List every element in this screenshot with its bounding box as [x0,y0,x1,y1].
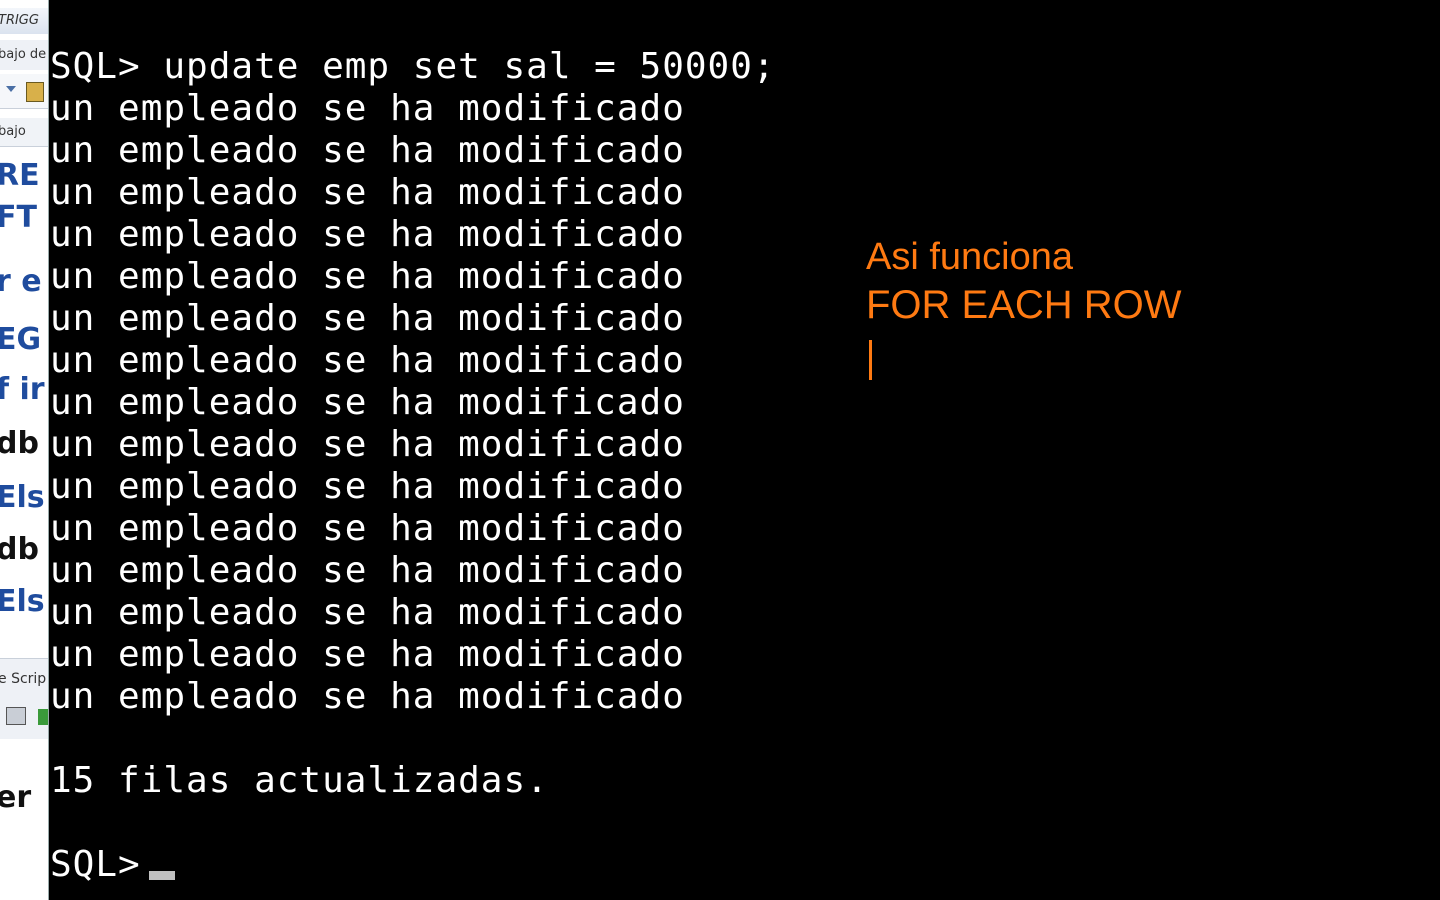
annotation-text-caret [869,340,872,380]
text-cursor [148,871,175,880]
output-line: un empleado se ha modificado [50,592,685,633]
sql-console[interactable]: SQL> update emp set sal = 50000; un empl… [50,46,1050,886]
annotation-overlay: Asi funciona FOR EACH ROW [866,234,1182,380]
dropdown-arrow-icon[interactable] [6,86,16,92]
toolbar-icon[interactable] [26,82,44,102]
screen: TRIGG bajo de bajo RE FT r e EG f ir db Els d… [0,0,1440,900]
result-line: 15 filas actualizadas. [50,760,549,801]
code-fragment: EG [0,322,42,357]
code-fragment: f ir [0,372,45,407]
script-output-label: e Scrip [0,671,47,687]
editor-title-bar: bajo de [0,40,48,70]
editor-toolbar [0,74,48,109]
code-fragment: RE [0,158,40,193]
output-line: un empleado se ha modificado [50,466,685,507]
output-line: un empleado se ha modificado [50,130,685,171]
printer-icon[interactable] [6,707,26,725]
code-fragment: Els [0,480,45,515]
output-line: un empleado se ha modificado [50,424,685,465]
background-editor-window[interactable]: TRIGG bajo de bajo RE FT r e EG f ir db Els d… [0,0,49,900]
output-line: un empleado se ha modificado [50,88,685,129]
code-fragment: FT [0,200,37,235]
code-fragment: Els [0,584,45,619]
sql-prompt: SQL> [50,844,141,885]
code-fragment: r e [0,264,42,299]
annotation-line-1: Asi funciona [866,236,1074,278]
code-fragment: db [0,532,39,567]
output-line: un empleado se ha modificado [50,172,685,213]
script-output-panel: e Scrip [0,658,48,739]
editor-panel-header: bajo [0,118,48,147]
editor-tab[interactable]: TRIGG [0,8,48,34]
output-line: un empleado se ha modificado [50,382,685,423]
prompt-line[interactable]: SQL> [50,844,1050,886]
console-output: un empleado se ha modificado un empleado … [50,88,1050,718]
output-line: un empleado se ha modificado [50,676,685,717]
code-fragment: db [0,426,39,461]
output-line: un empleado se ha modificado [50,550,685,591]
command-line: SQL> update emp set sal = 50000; [50,46,776,87]
output-line: un empleado se ha modificado [50,508,685,549]
output-line: un empleado se ha modificado [50,634,685,675]
run-icon[interactable] [38,709,48,725]
annotation-line-2: FOR EACH ROW [866,283,1182,327]
editor-bottom-text: er [0,780,32,815]
